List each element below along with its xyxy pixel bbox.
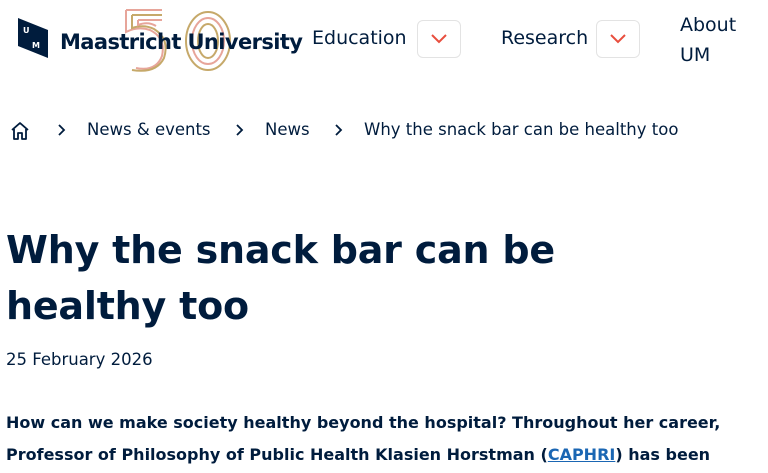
- home-icon[interactable]: [10, 121, 30, 141]
- chevron-down-icon: [431, 34, 447, 44]
- logo-wordmark: Maastricht University: [60, 30, 303, 54]
- lead-text-after: ) has been: [615, 445, 711, 464]
- chevron-right-icon: [58, 124, 66, 136]
- site-header: U M Maastricht University Education Rese…: [0, 0, 768, 80]
- caphri-link[interactable]: CAPHRI: [548, 445, 616, 464]
- chevron-down-icon: [610, 34, 626, 44]
- chevron-right-icon: [335, 124, 343, 136]
- nav-research-toggle[interactable]: [596, 20, 640, 58]
- um-mark-icon: U M: [18, 18, 48, 58]
- um-logo[interactable]: U M Maastricht University: [14, 4, 303, 76]
- nav-research-link[interactable]: Research: [501, 27, 588, 49]
- breadcrumb-news[interactable]: News: [265, 120, 310, 139]
- breadcrumb: News & events News Why the snack bar can…: [8, 118, 748, 146]
- nav-about-um-link[interactable]: About UM: [680, 10, 736, 70]
- nav-education-toggle[interactable]: [417, 20, 461, 58]
- breadcrumb-current-page: Why the snack bar can be healthy too: [364, 120, 679, 139]
- chevron-right-icon: [236, 124, 244, 136]
- svg-text:M: M: [32, 41, 40, 50]
- page-title: Why the snack bar can be healthy too: [6, 228, 555, 328]
- about-line-2: UM: [680, 44, 711, 66]
- about-line-1: About: [680, 14, 737, 36]
- article-lead: How can we make society healthy beyond t…: [6, 407, 756, 471]
- article-date: 25 February 2026: [6, 350, 153, 369]
- breadcrumb-news-events[interactable]: News & events: [87, 120, 211, 139]
- svg-text:U: U: [23, 26, 30, 35]
- nav-education-link[interactable]: Education: [312, 27, 407, 49]
